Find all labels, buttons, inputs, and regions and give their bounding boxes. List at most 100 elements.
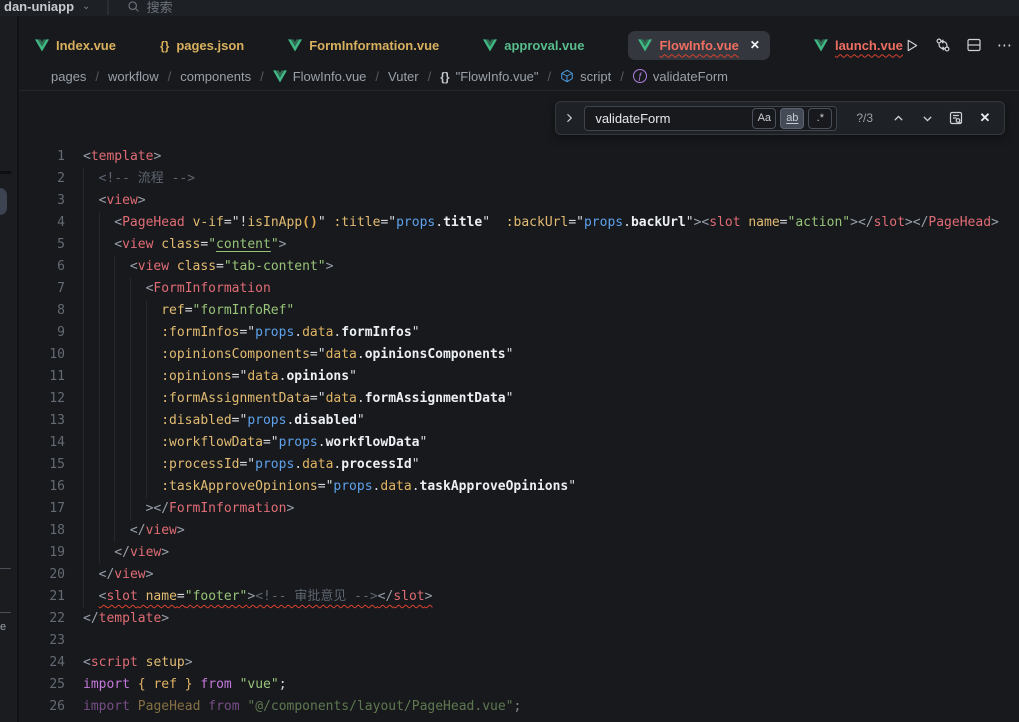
indent-guide xyxy=(83,388,99,410)
indent-guide xyxy=(83,300,99,322)
code-line: 4<PageHead v-if="!isInApp()" :title="pro… xyxy=(19,212,1019,234)
indent-guide xyxy=(99,300,115,322)
breadcrumb-item[interactable]: ƒvalidateForm xyxy=(633,69,728,84)
breadcrumb-item[interactable]: components xyxy=(180,69,251,84)
close-tab-icon[interactable]: ✕ xyxy=(750,38,760,52)
indent-guide xyxy=(130,322,146,344)
breadcrumb-item[interactable]: pages xyxy=(51,69,86,84)
code-line: 6<view class="tab-content"> xyxy=(19,256,1019,278)
indent-guide xyxy=(146,344,162,366)
split-editor-icon[interactable] xyxy=(965,36,983,54)
more-actions-icon[interactable]: ⋯ xyxy=(996,36,1014,54)
code-line-content: import { ref } from "vue"; xyxy=(65,674,287,696)
breadcrumb: pages/workflow/components/FlowInfo.vue/V… xyxy=(19,62,1019,90)
vue-icon xyxy=(273,70,287,83)
vue-icon xyxy=(638,39,652,52)
code-editor[interactable]: 1<template>2<!-- 流程 -->3<view>4<PageHead… xyxy=(19,90,1019,722)
previous-match-icon[interactable] xyxy=(888,108,908,128)
line-number: 6 xyxy=(19,256,65,278)
indent-guide xyxy=(146,366,162,388)
code-line-content: ref="formInfoRef" xyxy=(65,300,294,322)
breadcrumb-item[interactable]: FlowInfo.vue xyxy=(273,69,367,84)
indent-guide xyxy=(130,432,146,454)
find-in-selection-icon[interactable] xyxy=(946,108,966,128)
line-number: 7 xyxy=(19,278,65,300)
code-line-content: ></FormInformation> xyxy=(65,498,294,520)
breadcrumb-separator: / xyxy=(548,69,552,84)
breadcrumb-item[interactable]: workflow xyxy=(108,69,159,84)
tab-launch.vue[interactable]: launch.vue xyxy=(814,38,903,53)
line-number: 26 xyxy=(19,696,65,718)
indent-guide xyxy=(114,388,130,410)
code-line-content: import PageHead from "@/components/layou… xyxy=(65,696,521,718)
code-line-content: <template> xyxy=(65,146,161,168)
whole-word-toggle[interactable]: ab xyxy=(780,108,804,129)
close-find-icon[interactable]: ✕ xyxy=(975,108,995,128)
tab-Index.vue[interactable]: Index.vue xyxy=(35,38,116,53)
indent-guide xyxy=(114,300,130,322)
code-line-content: :opinions="data.opinions" xyxy=(65,366,357,388)
line-number: 17 xyxy=(19,498,65,520)
search-placeholder: 搜索 xyxy=(147,0,173,16)
indent-guide xyxy=(99,278,115,300)
indent-guide xyxy=(83,212,99,234)
tab-pages.json[interactable]: {}pages.json xyxy=(160,38,244,53)
line-number: 18 xyxy=(19,520,65,542)
breadcrumb-label: Vuter xyxy=(388,69,419,84)
breadcrumb-item[interactable]: {}"FlowInfo.vue" xyxy=(440,69,538,84)
strip-cut-text: e xyxy=(0,621,6,633)
code-line-content: <view> xyxy=(65,190,146,212)
indent-guide xyxy=(114,322,130,344)
line-number: 25 xyxy=(19,674,65,696)
indent-guide xyxy=(99,212,115,234)
indent-guide xyxy=(99,234,115,256)
code-line-content: :disabled="props.disabled" xyxy=(65,410,365,432)
tab-FormInformation.vue[interactable]: FormInformation.vue xyxy=(288,38,439,53)
toggle-replace-icon[interactable] xyxy=(563,112,575,124)
strip-divider xyxy=(0,568,11,569)
breadcrumb-separator: / xyxy=(260,69,264,84)
open-changes-icon[interactable] xyxy=(934,36,952,54)
match-case-toggle[interactable]: Aa xyxy=(752,108,776,129)
line-number: 4 xyxy=(19,212,65,234)
chevron-down-icon: ⌄ xyxy=(82,1,90,12)
indent-guide xyxy=(114,344,130,366)
code-line: 16:taskApproveOpinions="props.data.taskA… xyxy=(19,476,1019,498)
global-search[interactable]: 搜索 xyxy=(127,0,173,16)
line-number: 11 xyxy=(19,366,65,388)
line-number: 5 xyxy=(19,234,65,256)
indent-guide xyxy=(83,278,99,300)
vue-icon xyxy=(288,39,302,52)
code-line: 2<!-- 流程 --> xyxy=(19,168,1019,190)
breadcrumb-separator: / xyxy=(168,69,172,84)
indent-guide xyxy=(130,278,146,300)
indent-guide xyxy=(130,388,146,410)
line-number: 9 xyxy=(19,322,65,344)
code-line-content: </view> xyxy=(65,564,153,586)
breadcrumb-item[interactable]: script xyxy=(560,69,611,84)
breadcrumb-item[interactable]: Vuter xyxy=(388,69,419,84)
indent-guide xyxy=(99,498,115,520)
regex-toggle[interactable]: .* xyxy=(808,108,832,129)
tab-FlowInfo.vue[interactable]: FlowInfo.vue✕ xyxy=(628,31,770,60)
run-button[interactable] xyxy=(903,36,921,54)
tab-approval.vue[interactable]: approval.vue xyxy=(483,38,584,53)
tab-label: Index.vue xyxy=(56,38,116,53)
code-line-content: <slot name="footer"><!-- 审批意见 --></slot> xyxy=(65,586,432,608)
project-selector[interactable]: dan-uniapp xyxy=(4,0,74,14)
code-line-content: :processId="props.data.processId" xyxy=(65,454,420,476)
indent-guide xyxy=(146,300,162,322)
next-match-icon[interactable] xyxy=(917,108,937,128)
indent-guide xyxy=(83,410,99,432)
code-line: 17></FormInformation> xyxy=(19,498,1019,520)
activity-pill[interactable] xyxy=(0,188,7,215)
indent-guide xyxy=(130,410,146,432)
code-line: 21<slot name="footer"><!-- 审批意见 --></slo… xyxy=(19,586,1019,608)
find-input[interactable] xyxy=(595,111,748,126)
braces-icon: {} xyxy=(440,69,449,84)
code-line: 20</view> xyxy=(19,564,1019,586)
line-number: 13 xyxy=(19,410,65,432)
indent-guide xyxy=(83,498,99,520)
indent-guide xyxy=(130,498,146,520)
indent-guide xyxy=(83,520,99,542)
